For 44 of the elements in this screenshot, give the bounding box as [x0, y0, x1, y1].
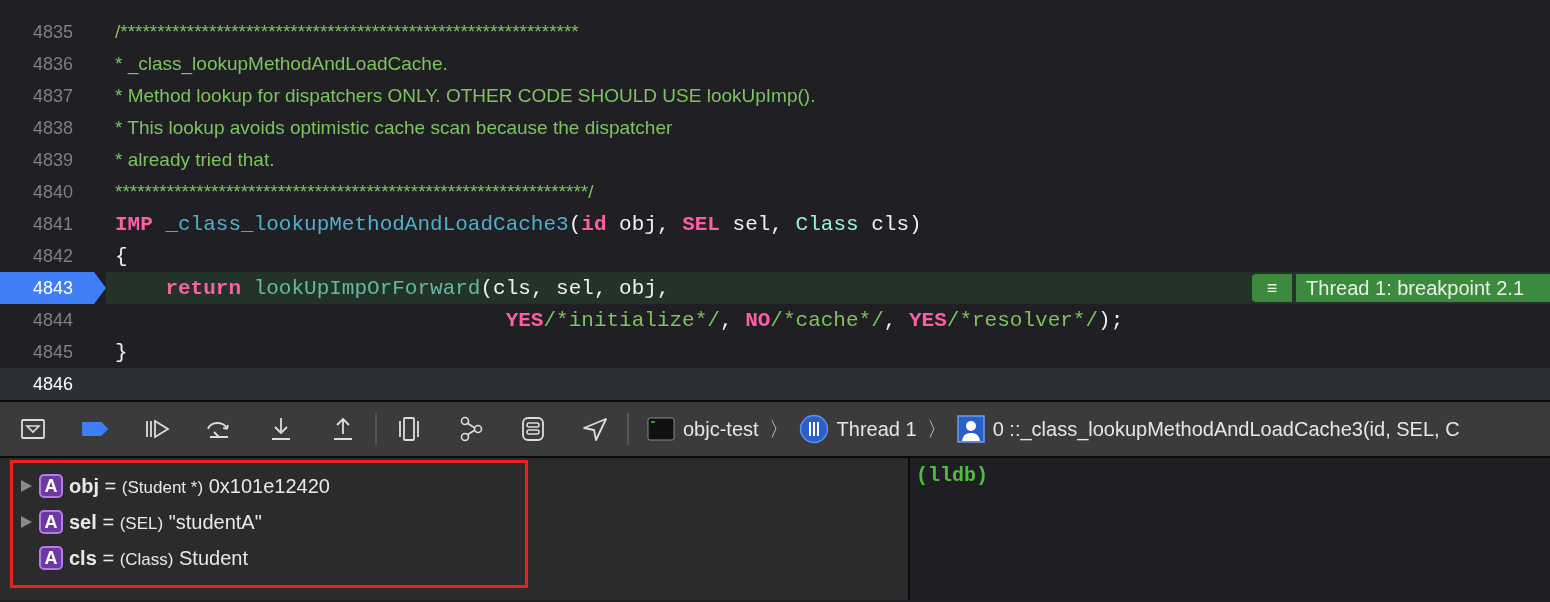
line-number: 4842 [31, 245, 74, 268]
line-number: 4840 [31, 181, 74, 204]
code-line: * This lookup avoids optimistic cache scan because the dispatcher [115, 116, 673, 140]
code-line: } [115, 340, 128, 364]
variable-entry[interactable]: sel = (SEL) "studentA" [69, 510, 262, 534]
annotation-menu-icon[interactable]: ≡ [1252, 274, 1293, 302]
code-line: YES/*initialize*/, NO/*cache*/, YES/*resolver*/); [504, 308, 1124, 332]
line-number: 4846 [31, 373, 74, 396]
line-number: 4835 [31, 21, 74, 44]
variable-entry[interactable]: cls = (Class) Student [69, 546, 248, 570]
breadcrumb-item[interactable]: objc-test [683, 417, 759, 441]
code-line: ****************************************************************/ [115, 180, 594, 204]
code-line: IMP _class_lookupMethodAndLoadCache3(id obj, SEL sel, Class cls) [115, 212, 922, 236]
line-number: 4838 [31, 117, 74, 140]
chevron-separator: 〉 [768, 416, 789, 442]
disclosure-triangle-icon[interactable] [19, 479, 33, 493]
terminal-icon [647, 417, 675, 441]
breadcrumb-item[interactable]: Thread 1 [836, 417, 917, 441]
breakpoint-annotation: Thread 1: breakpoint 2.1 [1296, 274, 1550, 302]
breadcrumb-item[interactable]: 0 ::_class_lookupMethodAndLoadCache3(id, SEL, C [992, 417, 1460, 441]
line-number: 4844 [31, 309, 74, 332]
line-number: 4839 [31, 149, 74, 172]
line-number: 4837 [31, 85, 74, 108]
variable-entry[interactable]: obj = (Student *) 0x101e12420 [69, 474, 330, 498]
code-line: return lookUpImpOrForward(cls, sel, obj, [164, 276, 670, 300]
variable-badge: A [39, 546, 63, 570]
variable-badge: A [39, 510, 63, 534]
breakpoint-marker[interactable]: 4843 [0, 272, 106, 304]
disclosure-triangle-icon[interactable] [19, 515, 33, 529]
code-line: * Method lookup for dispatchers ONLY. OTHER CODE SHOULD USE lookUpImp(). [115, 84, 816, 108]
variable-badge: A [39, 474, 63, 498]
code-line: { [115, 244, 128, 268]
line-number: 4836 [31, 53, 74, 76]
code-line: /************************************************************** [115, 20, 579, 44]
line-number: 4841 [31, 213, 74, 236]
code-line: * already tried that. [115, 148, 275, 172]
chevron-separator: 〉 [926, 416, 947, 442]
user-frame-icon [956, 415, 985, 443]
location-arrow-icon[interactable] [581, 415, 609, 443]
console-prompt: (lldb) [916, 464, 988, 487]
line-number: 4845 [31, 341, 74, 364]
code-line: * _class_lookupMethodAndLoadCache. [115, 52, 448, 76]
environment-icon[interactable] [519, 415, 547, 443]
thread-icon [798, 414, 829, 444]
